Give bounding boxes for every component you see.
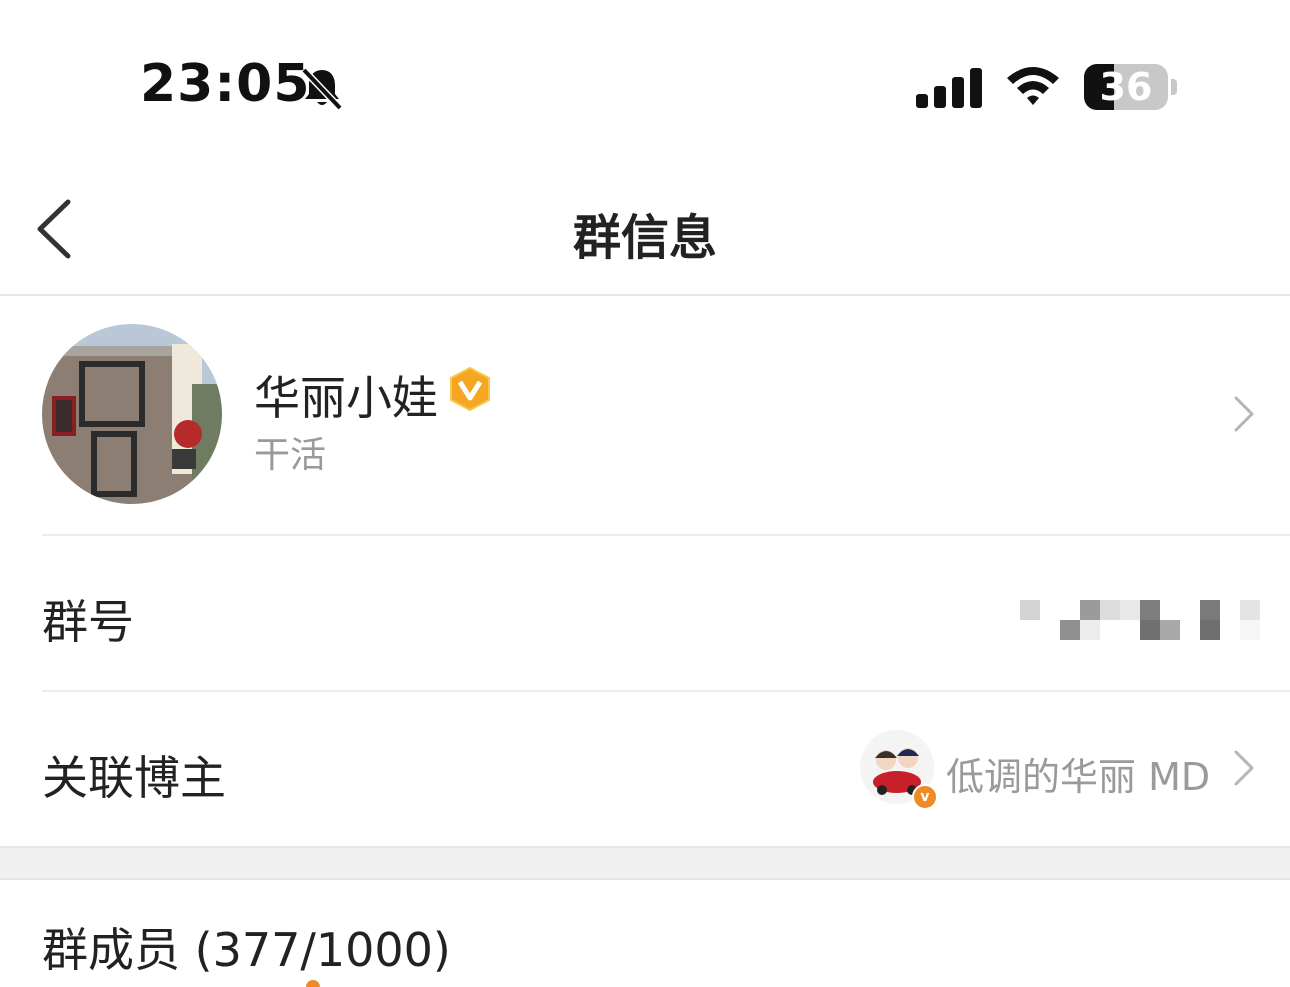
linked-blogger-label: 关联博主 bbox=[42, 751, 226, 805]
cellular-signal-icon bbox=[916, 68, 982, 108]
verified-v-badge-icon bbox=[450, 366, 490, 412]
group-profile-row[interactable]: 华丽小娃 干活 bbox=[0, 296, 1290, 534]
redacted-group-number bbox=[1020, 600, 1260, 640]
status-time: 23:05 bbox=[140, 54, 311, 114]
wifi-icon bbox=[1007, 67, 1059, 105]
battery-icon: 36 bbox=[1084, 64, 1180, 112]
group-name: 华丽小娃 bbox=[254, 371, 438, 425]
group-avatar[interactable] bbox=[42, 324, 222, 504]
linked-blogger-verified-badge: v bbox=[912, 784, 938, 810]
bell-muted-icon bbox=[301, 67, 343, 111]
chevron-right-icon bbox=[1234, 750, 1254, 786]
group-number-label: 群号 bbox=[42, 595, 134, 649]
linked-blogger-name: 低调的华丽 MD bbox=[946, 755, 1211, 799]
group-description: 干活 bbox=[254, 435, 327, 476]
page-title: 群信息 bbox=[572, 210, 717, 266]
battery-level: 36 bbox=[1099, 65, 1153, 109]
group-members-label[interactable]: 群成员 (377/1000) bbox=[42, 914, 451, 980]
nav-bar: 群信息 bbox=[0, 160, 1290, 296]
chevron-right-icon bbox=[1234, 396, 1254, 432]
member-avatar-badge-peek bbox=[306, 980, 320, 987]
status-bar: 23:05 36 bbox=[0, 0, 1290, 160]
section-separator bbox=[0, 846, 1290, 880]
